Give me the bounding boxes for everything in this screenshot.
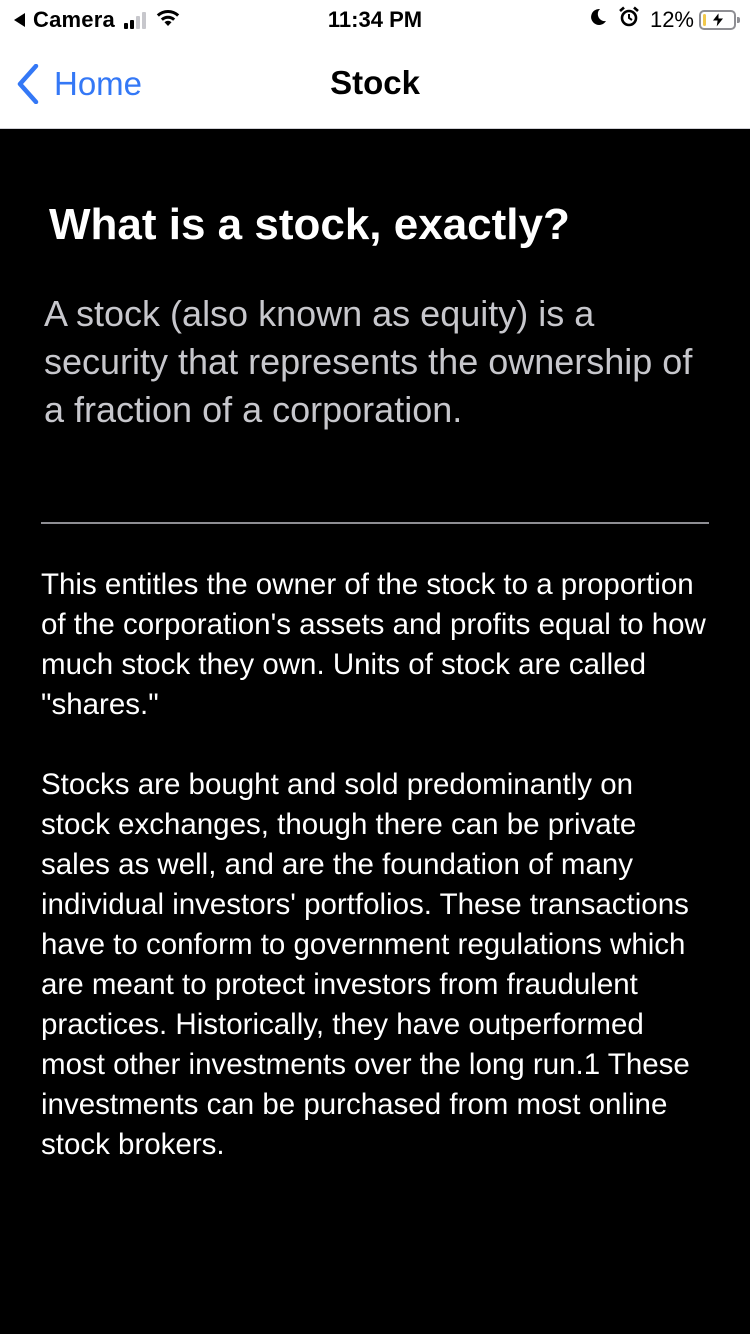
status-right: 12% [588, 6, 740, 34]
article-body: This entitles the owner of the stock to … [41, 568, 706, 1161]
battery-nub [737, 17, 740, 23]
page-title: Stock [330, 64, 420, 101]
divider [41, 522, 709, 524]
battery-level [703, 14, 706, 26]
screen: Camera 11:34 PM 12% Home Stock What is a… [0, 0, 750, 1334]
battery-percent: 12% [649, 7, 694, 32]
article-heading: What is a stock, exactly? [49, 200, 570, 249]
battery-charging-icon [699, 10, 740, 30]
navigation-bar: Home Stock [0, 40, 750, 129]
charging-bolt-icon [711, 12, 725, 28]
alarm-icon [618, 6, 640, 34]
article-subtitle: A stock (also known as equity) is a secu… [44, 293, 693, 430]
article-content: What is a stock, exactly? A stock (also … [0, 129, 750, 1334]
status-bar: Camera 11:34 PM 12% [0, 0, 750, 40]
moon-icon [588, 7, 608, 33]
